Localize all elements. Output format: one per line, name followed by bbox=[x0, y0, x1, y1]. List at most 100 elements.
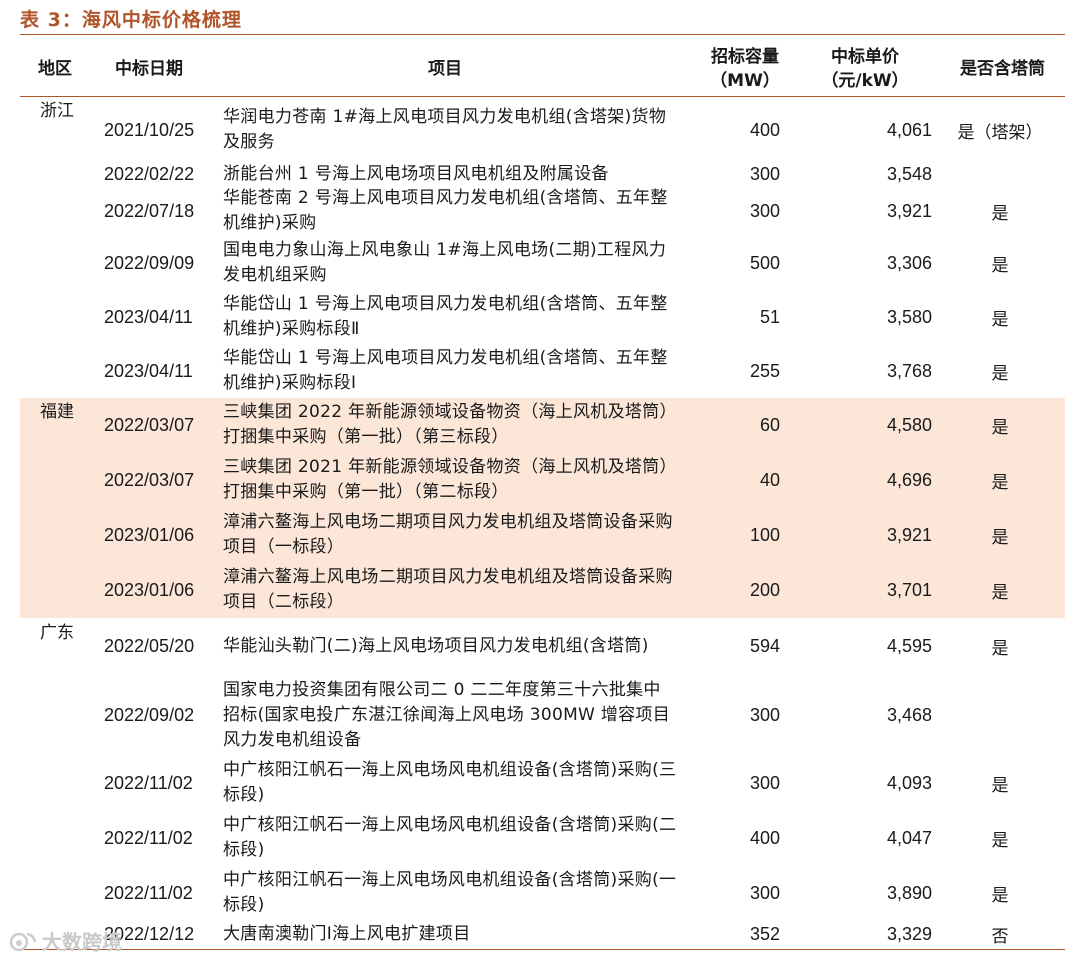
header-price: 中标单价 （元/kW） bbox=[810, 42, 920, 96]
tower-cell: 是 bbox=[991, 255, 1009, 276]
price-cell: 3,890 bbox=[886, 882, 932, 903]
capacity-cell: 60 bbox=[759, 414, 780, 435]
price-cell: 4,595 bbox=[886, 635, 932, 656]
date-cell: 2022/12/12 bbox=[104, 923, 195, 944]
capacity-cell: 352 bbox=[749, 923, 780, 944]
price-cell: 4,047 bbox=[886, 827, 932, 848]
project-cell: 华能岱山 1 号海上风电项目风力发电机组(含塔筒、五年整机维护)采购标段Ⅰ bbox=[223, 348, 668, 393]
capacity-cell: 300 bbox=[749, 882, 780, 903]
header-tower: 是否含塔筒 bbox=[960, 59, 1045, 79]
date-cell: 2023/04/11 bbox=[104, 360, 193, 381]
table-row: 2022/09/02 国家电力投资集团有限公司二 0 二二年度第三十六批集中招标(… bbox=[20, 674, 1065, 756]
price-cell: 3,701 bbox=[886, 579, 932, 600]
capacity-cell: 51 bbox=[759, 306, 780, 327]
weibo-logo-icon bbox=[9, 932, 37, 951]
project-cell: 中广核阳江帆石一海上风电场风电机组设备(含塔筒)采购(二标段) bbox=[223, 815, 677, 860]
watermark-text: 大数跨境 bbox=[42, 930, 122, 954]
capacity-cell: 400 bbox=[749, 827, 780, 848]
capacity-cell: 40 bbox=[759, 469, 780, 490]
header-price-label: 中标单价 bbox=[831, 47, 899, 67]
date-cell: 2023/01/06 bbox=[104, 524, 195, 545]
project-cell: 华润电力苍南 1#海上风电项目风力发电机组(含塔架)货物及服务 bbox=[223, 107, 667, 152]
price-cell: 4,093 bbox=[886, 772, 932, 793]
price-cell: 4,580 bbox=[886, 414, 932, 435]
date-cell: 2022/07/18 bbox=[104, 200, 195, 221]
date-cell: 2022/11/02 bbox=[104, 772, 193, 793]
date-cell: 2022/02/22 bbox=[104, 163, 195, 184]
price-cell: 3,921 bbox=[886, 524, 932, 545]
tower-cell: 是 bbox=[991, 885, 1009, 906]
capacity-cell: 300 bbox=[749, 163, 780, 184]
project-cell: 浙能台州 1 号海上风电场项目风电机组及附属设备 bbox=[223, 163, 609, 184]
top-rule bbox=[20, 34, 1065, 35]
date-cell: 2022/09/09 bbox=[104, 252, 195, 273]
table-row: 2022/02/22 浙能台州 1 号海上风电场项目风电机组及附属设备 300 3,5… bbox=[20, 162, 1065, 186]
project-cell: 漳浦六鳌海上风电场二期项目风力发电机组及塔筒设备采购项目（二标段） bbox=[223, 567, 673, 612]
price-cell: 3,768 bbox=[886, 360, 932, 381]
table-row: 2022/05/20 华能汕头勒门(二)海上风电场项目风力发电机组(含塔筒) 594… bbox=[20, 618, 1065, 674]
watermark: 大数跨境 bbox=[8, 926, 122, 955]
table-row: 2023/04/11 华能岱山 1 号海上风电项目风力发电机组(含塔筒、五年整机维… bbox=[20, 344, 1065, 398]
date-cell: 2022/03/07 bbox=[104, 469, 195, 490]
project-cell: 中广核阳江帆石一海上风电场风电机组设备(含塔筒)采购(一标段) bbox=[223, 870, 677, 915]
tower-cell bbox=[945, 674, 1055, 756]
price-cell: 3,306 bbox=[886, 252, 932, 273]
capacity-cell: 300 bbox=[749, 772, 780, 793]
date-cell: 2022/11/02 bbox=[104, 882, 193, 903]
table-row: 2022/09/09 国电电力象山海上风电象山 1#海上风电场(二期)工程风力发电… bbox=[20, 236, 1065, 290]
capacity-cell: 400 bbox=[749, 119, 780, 140]
tower-cell: 是 bbox=[991, 775, 1009, 796]
capacity-cell: 300 bbox=[749, 704, 780, 725]
header-date: 中标日期 bbox=[115, 59, 183, 79]
capacity-cell: 200 bbox=[749, 579, 780, 600]
project-cell: 三峡集团 2021 年新能源领域设备物资（海上风机及塔筒）打捆集中采购（第一批）… bbox=[223, 457, 677, 502]
tower-cell: 是（塔架） bbox=[957, 122, 1043, 143]
project-cell: 国家电力投资集团有限公司二 0 二二年度第三十六批集中招标(国家电投广东湛江徐闻… bbox=[223, 679, 671, 750]
table-row: 2022/11/02 中广核阳江帆石一海上风电场风电机组设备(含塔筒)采购(三标段… bbox=[20, 756, 1065, 810]
header-capacity: 招标容量 （MW） bbox=[690, 42, 800, 96]
date-cell: 2022/11/02 bbox=[104, 827, 193, 848]
price-cell: 3,548 bbox=[886, 163, 932, 184]
project-cell: 华能苍南 2 号海上风电项目风力发电机组(含塔筒、五年整机维护)采购 bbox=[223, 188, 668, 233]
project-cell: 华能汕头勒门(二)海上风电场项目风力发电机组(含塔筒) bbox=[223, 635, 649, 656]
table-row: 2022/03/07 三峡集团 2021 年新能源领域设备物资（海上风机及塔筒）打… bbox=[20, 452, 1065, 508]
project-cell: 国电电力象山海上风电象山 1#海上风电场(二期)工程风力发电机组采购 bbox=[223, 240, 667, 285]
tower-cell: 是 bbox=[991, 309, 1009, 330]
table-row: 2022/07/18 华能苍南 2 号海上风电项目风力发电机组(含塔筒、五年整机维… bbox=[20, 186, 1065, 236]
date-cell: 2021/10/25 bbox=[104, 119, 195, 140]
capacity-cell: 100 bbox=[749, 524, 780, 545]
table-row: 2023/04/11 华能岱山 1 号海上风电项目风力发电机组(含塔筒、五年整机维… bbox=[20, 290, 1065, 344]
date-cell: 2022/05/20 bbox=[104, 635, 195, 656]
header-region: 地区 bbox=[38, 59, 72, 79]
tower-cell: 是 bbox=[991, 638, 1009, 659]
table-row: 2022/12/12 大唐南澳勒门Ⅰ海上风电扩建项目 352 3,329 否 bbox=[20, 920, 1065, 948]
price-cell: 4,061 bbox=[886, 119, 932, 140]
tower-cell: 是 bbox=[991, 527, 1009, 548]
header-capacity-label: 招标容量 bbox=[710, 47, 779, 67]
header-capacity-unit: （MW） bbox=[710, 71, 780, 91]
tower-cell: 是 bbox=[991, 582, 1009, 603]
table-row: 2022/11/02 中广核阳江帆石一海上风电场风电机组设备(含塔筒)采购(二标段… bbox=[20, 810, 1065, 866]
header-price-unit: （元/kW） bbox=[821, 71, 909, 91]
table-row: 2021/10/25 华润电力苍南 1#海上风电项目风力发电机组(含塔架)货物及服… bbox=[20, 104, 1065, 156]
tower-cell: 是 bbox=[991, 830, 1009, 851]
price-cell: 4,696 bbox=[886, 469, 932, 490]
project-cell: 三峡集团 2022 年新能源领域设备物资（海上风机及塔筒）打捆集中采购（第一批）… bbox=[223, 402, 677, 447]
tower-cell: 是 bbox=[991, 203, 1009, 224]
capacity-cell: 594 bbox=[749, 635, 780, 656]
capacity-cell: 255 bbox=[749, 360, 780, 381]
header-project: 项目 bbox=[428, 59, 462, 79]
date-cell: 2022/09/02 bbox=[104, 704, 195, 725]
project-cell: 漳浦六鳌海上风电场二期项目风力发电机组及塔筒设备采购项目（一标段） bbox=[223, 512, 673, 557]
capacity-cell: 300 bbox=[749, 200, 780, 221]
project-cell: 大唐南澳勒门Ⅰ海上风电扩建项目 bbox=[223, 923, 471, 944]
table-row: 2023/01/06 漳浦六鳌海上风电场二期项目风力发电机组及塔筒设备采购项目（二… bbox=[20, 562, 1065, 618]
bottom-rule bbox=[20, 949, 1065, 950]
date-cell: 2023/04/11 bbox=[104, 306, 193, 327]
price-cell: 3,468 bbox=[886, 704, 932, 725]
project-cell: 华能岱山 1 号海上风电项目风力发电机组(含塔筒、五年整机维护)采购标段Ⅱ bbox=[223, 294, 668, 339]
tower-cell: 是 bbox=[991, 363, 1009, 384]
date-cell: 2022/03/07 bbox=[104, 414, 195, 435]
tower-cell: 是 bbox=[991, 417, 1009, 438]
price-cell: 3,329 bbox=[886, 923, 932, 944]
